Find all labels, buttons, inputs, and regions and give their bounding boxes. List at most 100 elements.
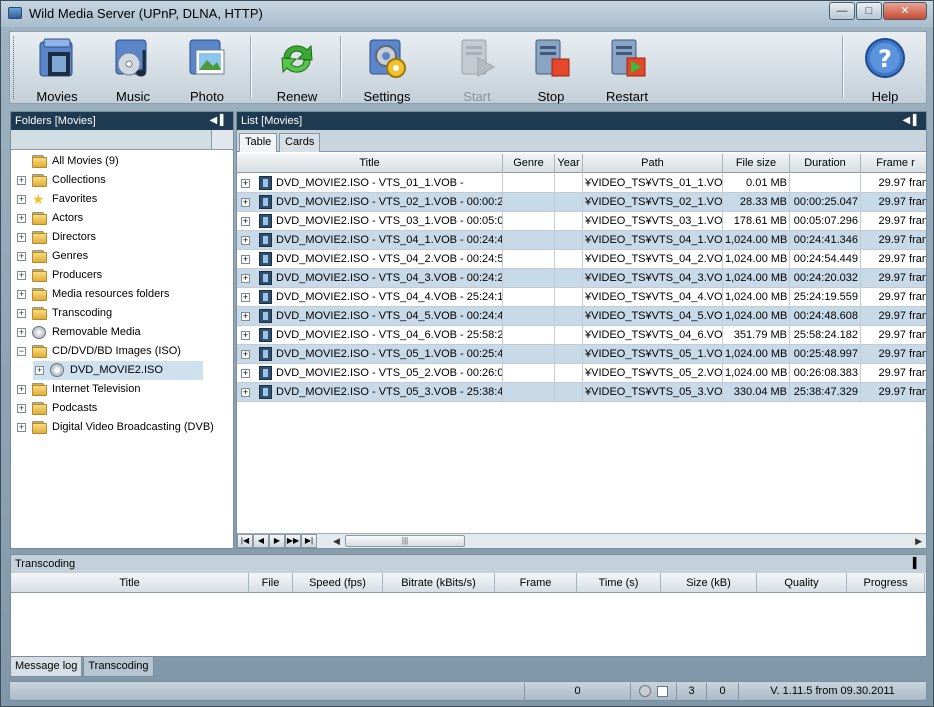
- expand-icon[interactable]: +: [241, 179, 250, 188]
- renew-button[interactable]: Renew: [262, 34, 332, 104]
- next-page-button[interactable]: ▶▶: [285, 534, 301, 548]
- folder-tree-item[interactable]: + Actors: [15, 209, 215, 228]
- column-header[interactable]: Time (s): [577, 573, 661, 593]
- expand-icon[interactable]: +: [241, 331, 250, 340]
- table-row[interactable]: + DVD_MOVIE2.ISO - VTS_04_6.VOB - 25:58:2…: [237, 326, 926, 345]
- column-header[interactable]: Speed (fps): [293, 573, 383, 593]
- close-button[interactable]: ✕: [883, 2, 927, 20]
- expand-icon[interactable]: +: [17, 233, 26, 242]
- expand-icon[interactable]: +: [17, 404, 26, 413]
- photo-button[interactable]: Photo: [172, 34, 242, 104]
- expand-icon[interactable]: +: [241, 198, 250, 207]
- table-row[interactable]: + DVD_MOVIE2.ISO - VTS_01_1.VOB - ¥VIDEO_T…: [237, 174, 926, 193]
- table-row[interactable]: + DVD_MOVIE2.ISO - VTS_03_1.VOB - 00:05:0…: [237, 212, 926, 231]
- column-header[interactable]: Size (kB): [661, 573, 757, 593]
- expand-icon[interactable]: +: [241, 369, 250, 378]
- expand-icon[interactable]: +: [241, 312, 250, 321]
- folders-filter-bar[interactable]: [11, 130, 233, 150]
- expand-icon[interactable]: +: [17, 176, 26, 185]
- folder-tree-item[interactable]: − CD/DVD/BD Images (ISO): [15, 342, 215, 361]
- toolbar-grip[interactable]: [13, 36, 16, 99]
- column-header[interactable]: Frame r: [861, 154, 926, 173]
- table-row[interactable]: + DVD_MOVIE2.ISO - VTS_04_2.VOB - 00:24:5…: [237, 250, 926, 269]
- table-row[interactable]: + DVD_MOVIE2.ISO - VTS_04_1.VOB - 00:24:4…: [237, 231, 926, 250]
- folder-tree-item[interactable]: + Removable Media: [15, 323, 215, 342]
- folder-tree-item[interactable]: + Internet Television: [15, 380, 215, 399]
- expand-icon[interactable]: +: [17, 423, 26, 432]
- folder-tree-item[interactable]: + ★ Favorites: [15, 190, 215, 209]
- expand-icon[interactable]: +: [241, 236, 250, 245]
- tab-table[interactable]: Table: [239, 133, 278, 152]
- table-row[interactable]: + DVD_MOVIE2.ISO - VTS_04_3.VOB - 00:24:2…: [237, 269, 926, 288]
- column-header[interactable]: Year: [555, 154, 583, 173]
- folder-tree-item[interactable]: + Media resources folders: [15, 285, 215, 304]
- table-row[interactable]: + DVD_MOVIE2.ISO - VTS_04_5.VOB - 00:24:4…: [237, 307, 926, 326]
- tab-cards[interactable]: Cards: [279, 133, 321, 152]
- folder-tree-item[interactable]: + Producers: [15, 266, 215, 285]
- tab-message-log[interactable]: Message log: [10, 657, 83, 677]
- expand-icon[interactable]: +: [241, 255, 250, 264]
- folder-tree-item[interactable]: + Digital Video Broadcasting (DVB): [15, 418, 215, 437]
- folder-tree-item[interactable]: All Movies (9): [15, 152, 215, 171]
- column-header[interactable]: Quality: [757, 573, 847, 593]
- scroll-right-icon[interactable]: ▶: [915, 534, 922, 548]
- table-row[interactable]: + DVD_MOVIE2.ISO - VTS_05_1.VOB - 00:25:4…: [237, 345, 926, 364]
- maximize-button[interactable]: □: [856, 2, 882, 20]
- table-row[interactable]: + DVD_MOVIE2.ISO - VTS_02_1.VOB - 00:00:2…: [237, 193, 926, 212]
- expand-icon[interactable]: +: [17, 195, 26, 204]
- scroll-left-icon[interactable]: ◀: [333, 534, 340, 548]
- expand-icon[interactable]: +: [241, 274, 250, 283]
- expand-icon[interactable]: +: [241, 350, 250, 359]
- column-header[interactable]: Progress: [847, 573, 925, 593]
- column-header[interactable]: Frame: [495, 573, 577, 593]
- expand-icon[interactable]: +: [241, 217, 250, 226]
- prev-record-button[interactable]: ◀: [253, 534, 269, 548]
- settings-button[interactable]: Settings: [352, 34, 422, 104]
- expand-icon[interactable]: +: [17, 385, 26, 394]
- folder-tree-item[interactable]: + DVD_MOVIE2.ISO: [33, 361, 203, 380]
- column-header[interactable]: Title: [11, 573, 249, 593]
- expand-icon[interactable]: +: [17, 309, 26, 318]
- table-row[interactable]: + DVD_MOVIE2.ISO - VTS_05_3.VOB - 25:38:4…: [237, 383, 926, 402]
- stop-button[interactable]: Stop: [516, 34, 586, 104]
- first-record-button[interactable]: |◀: [237, 534, 253, 548]
- collapse-icon[interactable]: −: [17, 347, 26, 356]
- expand-icon[interactable]: +: [17, 328, 26, 337]
- expand-icon[interactable]: +: [17, 271, 26, 280]
- column-header[interactable]: Duration: [790, 154, 861, 173]
- folder-tree-item[interactable]: + Genres: [15, 247, 215, 266]
- minimize-button[interactable]: —: [829, 2, 855, 20]
- folder-tree-item[interactable]: + Transcoding: [15, 304, 215, 323]
- tab-transcoding[interactable]: Transcoding: [83, 657, 154, 677]
- column-header[interactable]: Genre: [503, 154, 555, 173]
- expand-icon[interactable]: +: [17, 252, 26, 261]
- folder-tree-item[interactable]: + Directors: [15, 228, 215, 247]
- folder-tree-item[interactable]: + Podcasts: [15, 399, 215, 418]
- pin-icon[interactable]: ◀ ▌: [209, 112, 227, 130]
- expand-icon[interactable]: +: [241, 293, 250, 302]
- column-header[interactable]: Path: [583, 154, 723, 173]
- expand-icon[interactable]: +: [17, 290, 26, 299]
- expand-icon[interactable]: +: [241, 388, 250, 397]
- expand-icon[interactable]: +: [17, 214, 26, 223]
- title-bar[interactable]: Wild Media Server (UPnP, DLNA, HTTP) — □…: [1, 1, 933, 27]
- music-button[interactable]: Music: [98, 34, 168, 104]
- expand-icon[interactable]: +: [35, 366, 44, 375]
- status-checkbox[interactable]: [656, 685, 668, 697]
- table-row[interactable]: + DVD_MOVIE2.ISO - VTS_04_4.VOB - 25:24:1…: [237, 288, 926, 307]
- scroll-thumb[interactable]: |||: [345, 535, 465, 547]
- help-button[interactable]: ? Help: [850, 34, 920, 104]
- column-header[interactable]: Bitrate (kBits/s): [383, 573, 495, 593]
- next-record-button[interactable]: ▶: [269, 534, 285, 548]
- folders-filter-button[interactable]: [211, 130, 233, 149]
- horizontal-scrollbar[interactable]: |◀ ◀ ▶ ▶▶ ▶| ◀ ||| ▶: [237, 533, 926, 548]
- column-header[interactable]: File size: [723, 154, 790, 173]
- pin-icon[interactable]: ◀ ▌: [902, 112, 920, 130]
- column-header[interactable]: File: [249, 573, 293, 593]
- start-button[interactable]: Start: [442, 34, 512, 104]
- folder-tree-item[interactable]: + Collections: [15, 171, 215, 190]
- restart-button[interactable]: Restart: [592, 34, 662, 104]
- movies-button[interactable]: Movies: [22, 34, 92, 104]
- column-header[interactable]: Title: [237, 154, 503, 173]
- table-row[interactable]: + DVD_MOVIE2.ISO - VTS_05_2.VOB - 00:26:0…: [237, 364, 926, 383]
